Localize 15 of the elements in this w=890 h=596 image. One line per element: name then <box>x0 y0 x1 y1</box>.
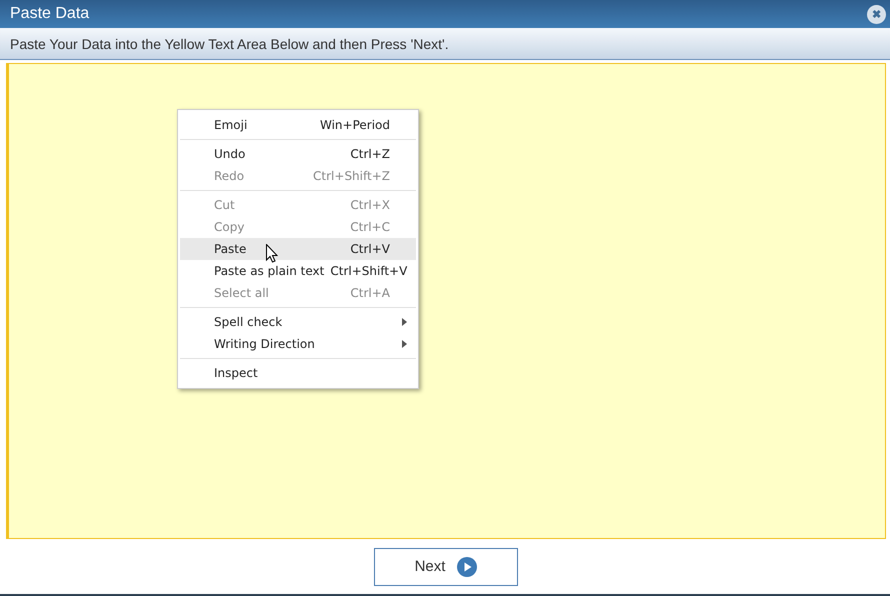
window-title: Paste Data <box>10 5 90 23</box>
menu-item[interactable]: Undo Ctrl+Z <box>180 143 416 165</box>
menu-item[interactable]: Writing Direction <box>180 333 416 355</box>
close-button[interactable]: ✖ <box>867 4 886 24</box>
next-button[interactable]: Next <box>374 548 518 586</box>
play-icon <box>457 556 478 576</box>
menu-item[interactable]: Inspect <box>180 362 416 384</box>
menu-item[interactable]: Spell check <box>180 311 416 333</box>
submenu-arrow-icon <box>402 318 407 326</box>
mouse-pointer-icon <box>266 244 278 263</box>
instruction-text: Paste Your Data into the Yellow Text Area Below and then Press 'Next'. <box>10 36 449 52</box>
menu-item[interactable]: Paste Ctrl+V <box>180 238 416 260</box>
menu-item[interactable]: Paste as plain text Ctrl+Shift+V <box>180 260 416 282</box>
submenu-arrow-icon <box>402 340 407 348</box>
menu-item[interactable]: Emoji Win+Period <box>180 114 416 136</box>
